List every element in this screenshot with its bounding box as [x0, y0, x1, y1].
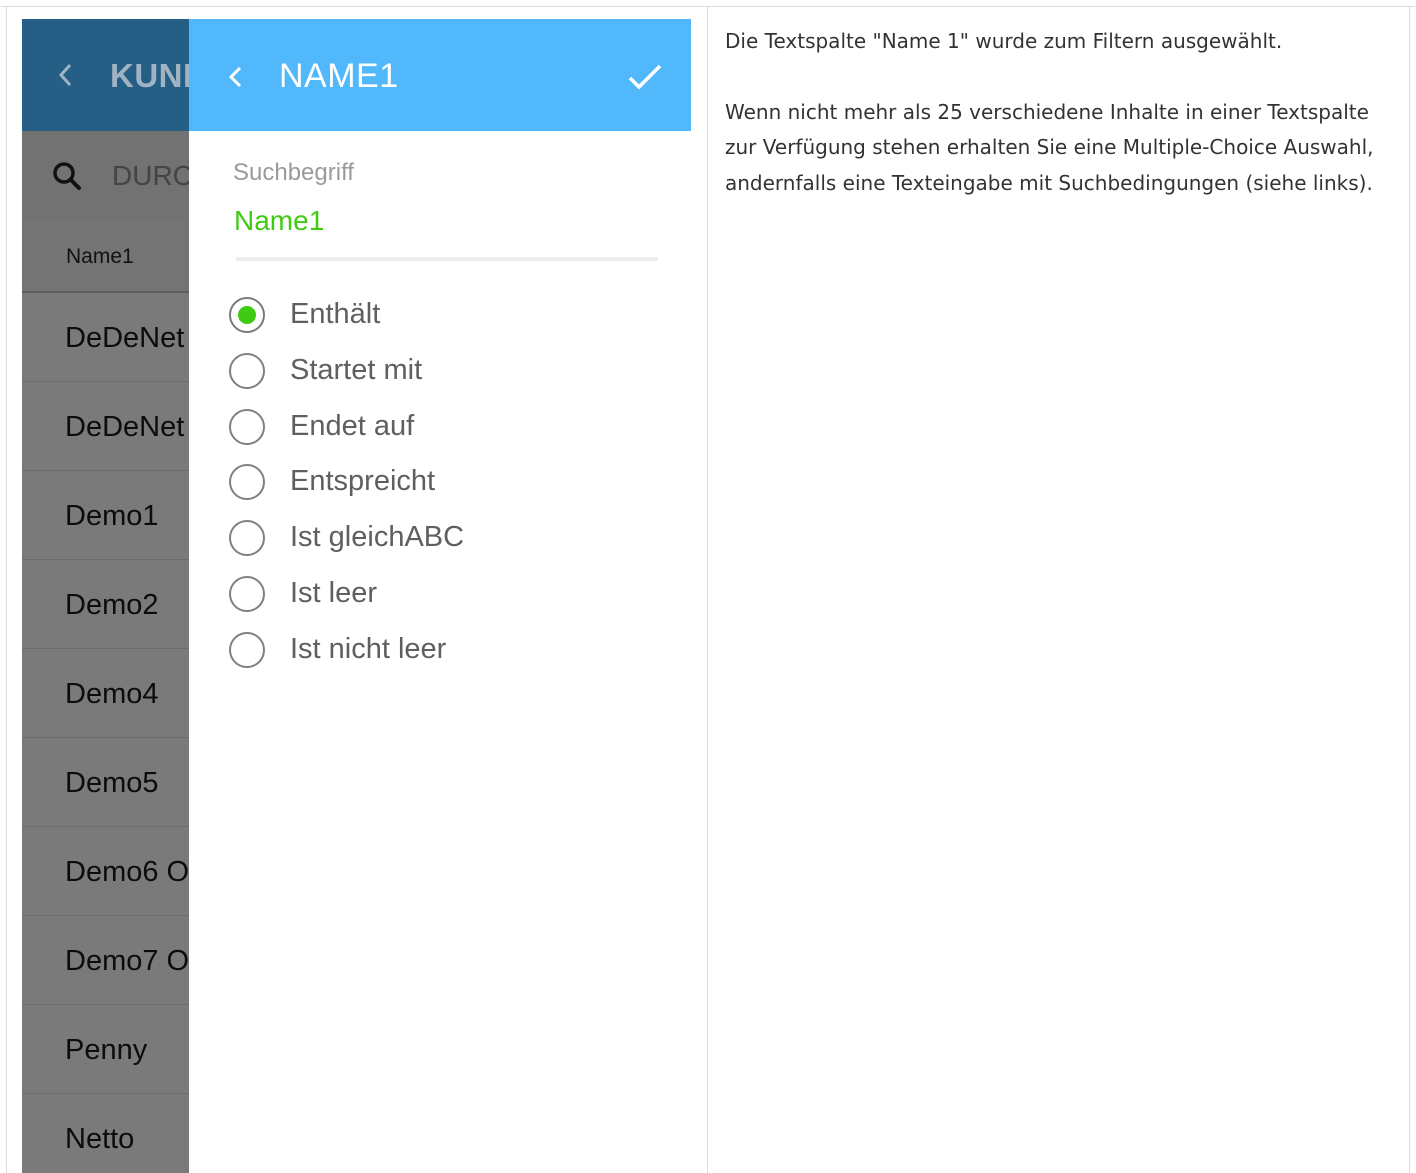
table-border-right	[1409, 6, 1410, 1173]
list-item[interactable]: DeDeNet	[22, 382, 189, 471]
app-screenshot: KUND DURC Name1 DeDeNet DeDeNet Demo1 De…	[22, 19, 691, 1173]
list-item-label: Netto	[65, 1123, 135, 1155]
table-column-divider	[707, 6, 708, 1173]
list-item[interactable]: Demo6 O	[22, 827, 189, 916]
background-list-panel: KUND DURC Name1 DeDeNet DeDeNet Demo1 De…	[22, 19, 189, 1173]
list-item-label: DeDeNet	[65, 411, 185, 443]
list-item[interactable]: Demo1	[22, 471, 189, 560]
list-item[interactable]: DeDeNet	[22, 293, 189, 382]
radio-button-checked[interactable]	[229, 297, 265, 333]
radio-dot	[238, 306, 256, 324]
option-label: Ist gleichABC	[290, 521, 465, 554]
option-label: Entspreicht	[290, 465, 436, 498]
option-label: Enthält	[290, 298, 381, 330]
search-placeholder: DURC	[112, 160, 189, 191]
list-item[interactable]: Netto	[22, 1094, 189, 1173]
radio-button[interactable]	[229, 408, 265, 445]
column-header-label: Name1	[66, 245, 134, 268]
dialog-header: NAME1	[189, 19, 691, 131]
search-term-input[interactable]: Name1	[234, 205, 324, 237]
radio-button[interactable]	[229, 631, 265, 668]
background-header-title: KUND	[110, 57, 189, 94]
list-item-label: Penny	[65, 1034, 148, 1066]
list-item[interactable]: Demo4	[22, 649, 189, 738]
list-item-label: Demo1	[65, 500, 159, 532]
list-item-label: DeDeNet	[65, 322, 185, 354]
check-icon[interactable]	[627, 61, 663, 93]
search-term-label: Suchbegriff	[233, 159, 354, 186]
option-label: Ist nicht leer	[290, 632, 447, 665]
filter-dialog: NAME1 Suchbegriff Name1 Enthält Startet …	[189, 19, 691, 1173]
list-item-label: Demo4	[65, 678, 159, 710]
radio-button[interactable]	[229, 575, 265, 612]
radio-button[interactable]	[229, 520, 265, 557]
option-label: Ist leer	[290, 576, 378, 609]
list-item[interactable]: Demo2	[22, 560, 189, 649]
table-border-top	[0, 6, 1416, 7]
list-item-label: Demo2	[65, 589, 159, 621]
back-arrow-icon[interactable]	[227, 63, 243, 91]
list-item-label: Demo6 O	[65, 856, 189, 888]
back-arrow-icon[interactable]	[58, 61, 72, 89]
list-item[interactable]: Demo7 O	[22, 916, 189, 1005]
search-input-underline	[236, 257, 658, 261]
dialog-title: NAME1	[279, 57, 399, 95]
radio-button[interactable]	[229, 464, 265, 501]
list-item[interactable]: Penny	[22, 1005, 189, 1094]
list-item-label: Demo5	[65, 767, 159, 799]
search-icon	[53, 162, 81, 190]
description-text: Die Textspalte "Name 1" wurde zum Filter…	[725, 24, 1397, 201]
radio-button[interactable]	[229, 352, 265, 389]
list-item[interactable]: Demo5	[22, 738, 189, 827]
table-border-left	[6, 6, 7, 1173]
option-label: Startet mit	[290, 353, 423, 386]
customer-list: DeDeNet DeDeNet Demo1 Demo2 Demo4 Demo5 …	[22, 293, 189, 1173]
description-paragraph: Die Textspalte "Name 1" wurde zum Filter…	[725, 29, 1283, 53]
description-paragraph: Wenn nicht mehr als 25 verschiedene Inha…	[725, 99, 1374, 195]
option-label: Endet auf	[290, 409, 415, 442]
list-item-label: Demo7 O	[65, 945, 189, 977]
